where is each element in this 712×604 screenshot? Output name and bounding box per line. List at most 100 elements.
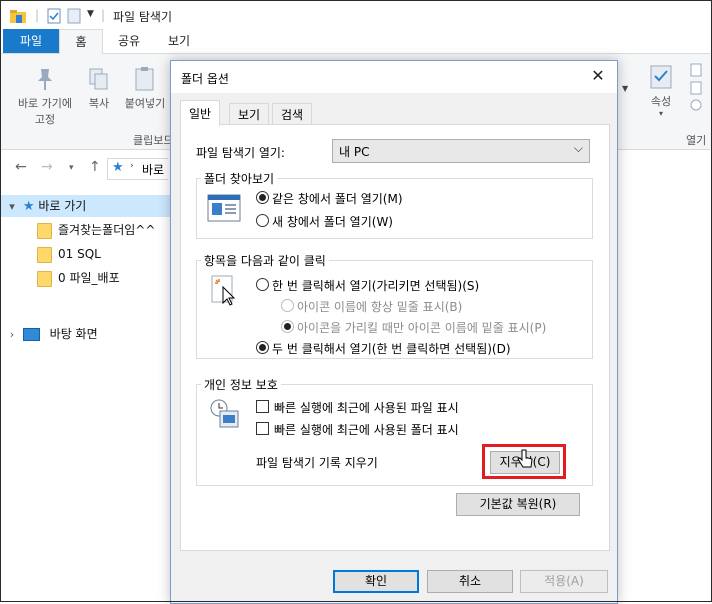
- pin-label-line2: 고정: [34, 113, 56, 126]
- open-explorer-label: 파일 탐색기 열기:: [196, 146, 285, 160]
- nav-folder-label: 01 SQL: [58, 247, 101, 261]
- open-small-icons[interactable]: [686, 62, 706, 115]
- chevron-down-icon: ⌵: [573, 141, 583, 155]
- explorer-titlebar: | ▼ | 파일 탐색기: [1, 1, 710, 29]
- tab-home[interactable]: 홈: [59, 29, 103, 55]
- recent-locations-chevron-icon[interactable]: ▾: [69, 163, 74, 173]
- clear-history-label: 파일 탐색기 기록 지우기: [256, 456, 378, 470]
- close-icon[interactable]: ✕: [589, 67, 607, 85]
- click-items-group: 항목을 다음과 같이 클릭 한 번 클릭해서 열기(가리키면 선택됨)(S) 아…: [196, 252, 593, 359]
- browse-new-window-radio[interactable]: [256, 214, 269, 227]
- browse-same-window-radio[interactable]: [256, 191, 269, 204]
- clipboard-group-label: 클립보드: [133, 134, 174, 147]
- apply-button[interactable]: 적용(A): [520, 570, 608, 593]
- copy-icon: [89, 68, 108, 90]
- paste-icon: [135, 67, 154, 91]
- nav-desktop-label: 바탕 화면: [49, 327, 98, 341]
- separator: |: [35, 8, 40, 22]
- recent-files-checkbox[interactable]: [256, 400, 269, 413]
- address-crumb: 바로: [142, 163, 165, 177]
- nav-folder-label: 즐겨찾는폴더임^^: [58, 223, 156, 237]
- folder-app-icon: [9, 8, 27, 27]
- single-click-label: 한 번 클릭해서 열기(가리키면 선택됨)(S): [272, 279, 480, 293]
- separator: |: [101, 8, 106, 22]
- privacy-recent-icon: [209, 398, 241, 433]
- pin-icon: [38, 69, 52, 90]
- open-items-icon: [690, 63, 702, 111]
- nav-folder-label: 0 파일_배포: [58, 271, 120, 285]
- underline-hover-radio[interactable]: [281, 320, 294, 333]
- underline-hover-label: 아이콘을 가리킬 때만 아이콘 이름에 밑줄 표시(P): [297, 321, 547, 335]
- desktop-icon: [22, 328, 40, 341]
- folder-icon: [37, 270, 52, 287]
- underline-always-radio[interactable]: [281, 299, 294, 312]
- address-box[interactable]: ★ › 바로: [107, 158, 168, 180]
- up-arrow-icon[interactable]: ↑: [89, 159, 101, 175]
- chevron-down-icon: ▾: [658, 109, 663, 118]
- tab-general[interactable]: 일반: [180, 100, 221, 126]
- copy-button[interactable]: 복사: [81, 66, 117, 111]
- copy-label: 복사: [88, 97, 110, 110]
- ribbon-tabs: 파일 홈 공유 보기: [1, 29, 710, 55]
- properties-icon: [650, 65, 672, 89]
- star-icon: ★: [22, 199, 35, 214]
- paste-button[interactable]: 붙여넣기: [119, 66, 171, 111]
- nav-folder-item[interactable]: 즐겨찾는폴더임^^: [37, 219, 155, 241]
- recent-folders-checkbox[interactable]: [256, 422, 269, 435]
- new-folder-quick-icon[interactable]: [67, 8, 81, 27]
- forward-arrow-icon[interactable]: →: [41, 159, 53, 175]
- privacy-title: 개인 정보 보호: [201, 376, 281, 393]
- recent-folders-label: 빠른 실행에 최근에 사용된 폴더 표시: [274, 423, 459, 437]
- browse-window-icon: [207, 194, 241, 225]
- properties-quick-icon[interactable]: [47, 8, 61, 27]
- restore-defaults-button[interactable]: 기본값 복원(R): [456, 493, 580, 516]
- nav-desktop[interactable]: › 바탕 화면: [1, 323, 98, 345]
- folder-icon: [37, 246, 52, 263]
- tab-file[interactable]: 파일: [3, 29, 59, 53]
- back-arrow-icon[interactable]: ←: [15, 159, 27, 175]
- browse-folders-group: 폴더 찾아보기 같은 창에서 폴더 열기(M) 새 창에서 폴더 열기(W): [196, 170, 593, 239]
- ribbon-dropdown-icon[interactable]: ▼: [622, 84, 628, 93]
- paste-label: 붙여넣기: [124, 97, 166, 110]
- cancel-button[interactable]: 취소: [427, 570, 513, 593]
- customize-quick-access-icon[interactable]: ▼: [87, 9, 94, 19]
- window-title: 파일 탐색기: [113, 10, 173, 24]
- browse-folders-title: 폴더 찾아보기: [201, 170, 278, 187]
- privacy-group: 개인 정보 보호 빠른 실행에 최근에 사용된 파일 표시 빠른 실행에 최근에…: [196, 376, 593, 486]
- single-click-radio[interactable]: [256, 278, 269, 291]
- folder-options-dialog: 폴더 옵션 ✕ 일반 보기 검색 파일 탐색기 열기: 내 PC ⌵ 폴더 찾아…: [170, 60, 618, 604]
- browse-new-window-label: 새 창에서 폴더 열기(W): [272, 215, 393, 229]
- ribbon-right: 속성 ▾ 열기 ▼: [622, 54, 711, 149]
- properties-button[interactable]: 속성 ▾: [646, 64, 676, 118]
- tab-view[interactable]: 보기: [229, 103, 270, 126]
- dialog-title: 폴더 옵션: [181, 72, 229, 86]
- ok-button[interactable]: 확인: [333, 570, 419, 593]
- properties-label: 속성: [650, 95, 672, 108]
- folder-icon: [37, 222, 52, 239]
- underline-always-label: 아이콘 이름에 항상 밑줄 표시(B): [297, 300, 463, 314]
- highlight-box: [482, 444, 566, 479]
- nav-quick-access-label: 바로 가기: [38, 199, 87, 213]
- pin-quick-access-button[interactable]: 바로 가기에 고정: [7, 66, 83, 127]
- pin-label-line1: 바로 가기에: [17, 97, 73, 110]
- star-icon: ★: [112, 160, 124, 175]
- tab-search[interactable]: 검색: [272, 103, 313, 126]
- expand-chevron-icon: ▾: [9, 200, 15, 213]
- open-explorer-select[interactable]: 내 PC ⌵: [332, 139, 590, 163]
- browse-same-window-label: 같은 창에서 폴더 열기(M): [272, 192, 403, 206]
- expand-chevron-icon: ›: [9, 328, 15, 341]
- double-click-label: 두 번 클릭해서 열기(한 번 클릭하면 선택됨)(D): [272, 342, 511, 356]
- open-explorer-value: 내 PC: [339, 145, 370, 159]
- nav-folder-item[interactable]: 0 파일_배포: [37, 267, 120, 289]
- double-click-radio[interactable]: [256, 341, 269, 354]
- tab-share[interactable]: 공유: [109, 29, 149, 53]
- navigation-pane: ▾ ★ 바로 가기 즐겨찾는폴더임^^ 01 SQL 0 파일_배포 › 바탕 …: [1, 188, 171, 600]
- tab-view[interactable]: 보기: [159, 29, 199, 53]
- click-items-title: 항목을 다음과 같이 클릭: [201, 252, 329, 269]
- click-cursor-icon: [211, 275, 239, 312]
- recent-files-label: 빠른 실행에 최근에 사용된 파일 표시: [274, 401, 459, 415]
- general-tab-page: 파일 탐색기 열기: 내 PC ⌵ 폴더 찾아보기 같은 창에서 폴더 열기(M…: [180, 124, 610, 551]
- nav-quick-access[interactable]: ▾ ★ 바로 가기: [1, 195, 171, 217]
- chevron-right-icon: ›: [130, 161, 134, 171]
- nav-folder-item[interactable]: 01 SQL: [37, 243, 101, 265]
